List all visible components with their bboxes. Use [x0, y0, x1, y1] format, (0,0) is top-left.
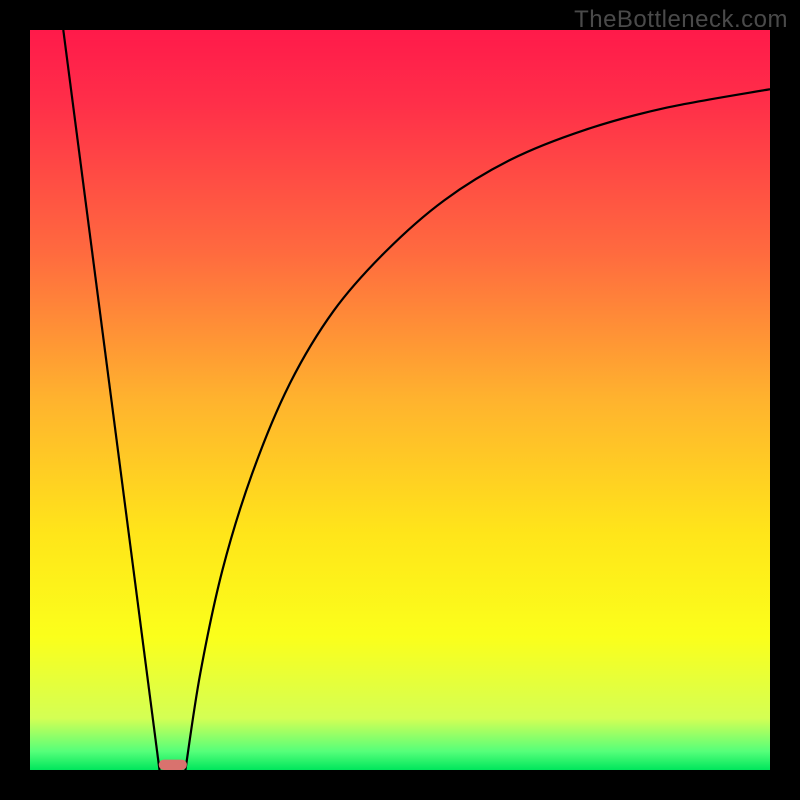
watermark-text: TheBottleneck.com — [574, 6, 788, 34]
bottleneck-chart — [30, 30, 770, 770]
chart-frame: { "watermark": "TheBottleneck.com", "cha… — [0, 0, 800, 800]
gradient-background — [30, 30, 770, 770]
bottleneck-marker — [159, 760, 187, 770]
marker-layer — [159, 760, 187, 770]
